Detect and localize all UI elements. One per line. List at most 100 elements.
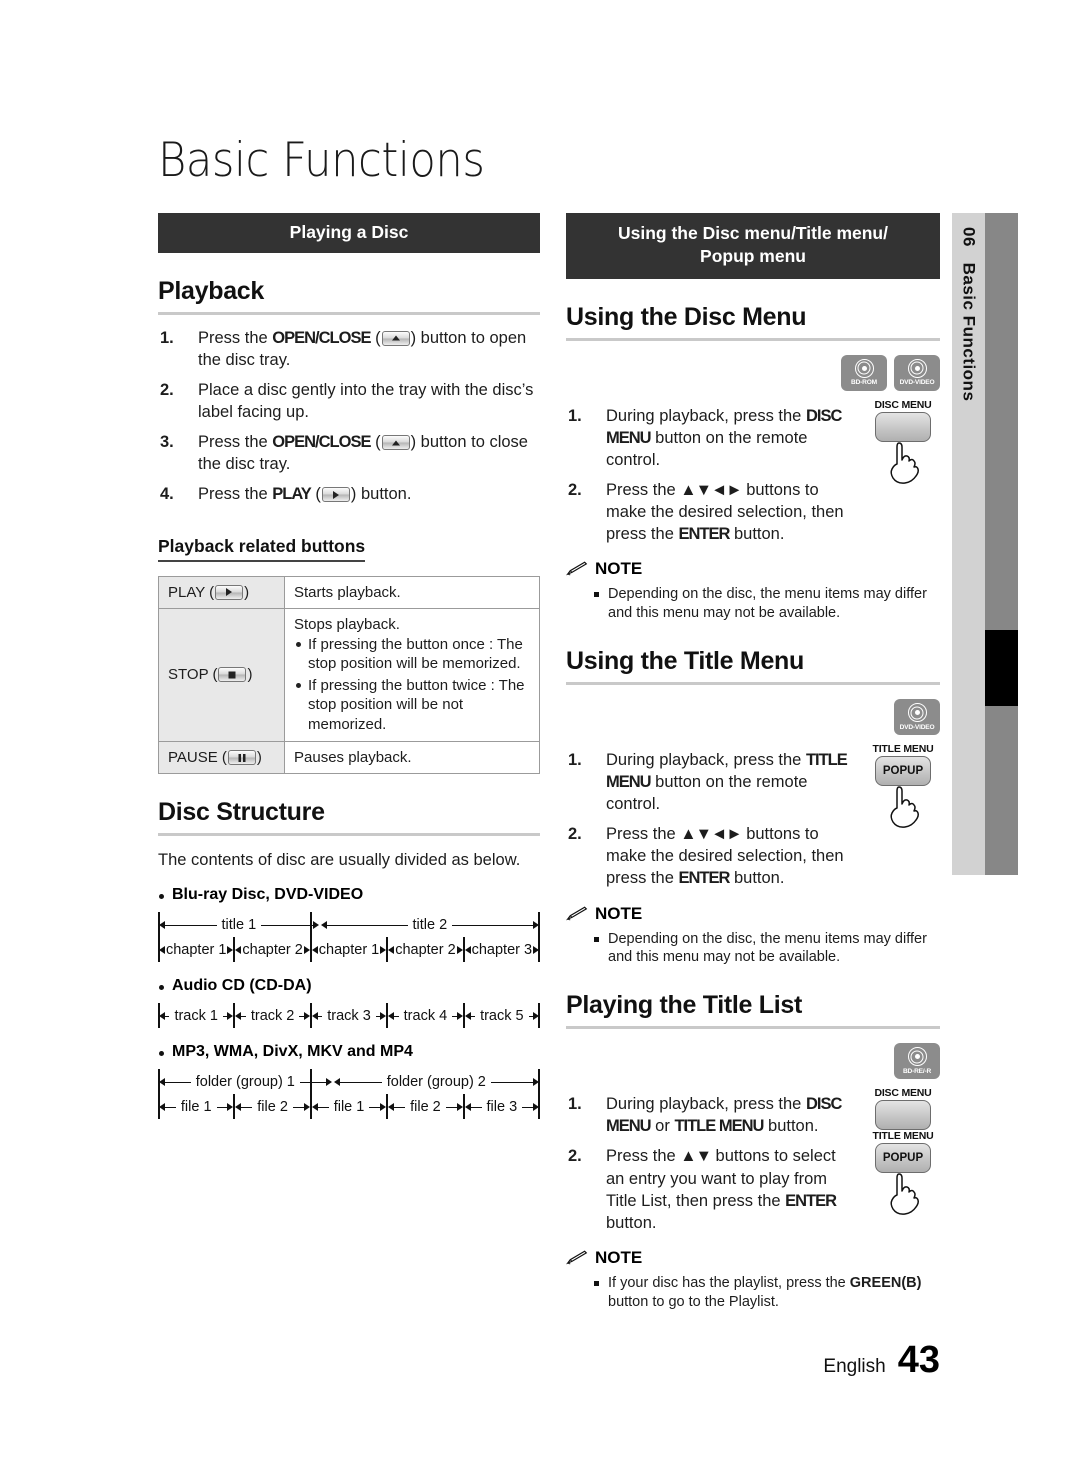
diagram-divider: [309, 1069, 312, 1120]
diagram-segment: title 1: [158, 912, 320, 937]
arrow-left-icon: [311, 1102, 318, 1111]
note-block: NOTE If your disc has the playlist, press…: [566, 1248, 940, 1312]
section-bar-line-1: Using the Disc menu/Title menu/: [617, 223, 888, 243]
disc-ring: [910, 706, 924, 720]
diagram-label: folder (group) 1: [190, 1073, 300, 1090]
heading-disc-structure: Disc Structure: [158, 798, 325, 827]
diagram-divider: [462, 1094, 465, 1120]
paren: ): [256, 749, 262, 767]
disc-type-label: DVD-VIDEO: [899, 723, 935, 731]
step-item: 2. Press the ▲▼◄► buttons to make the des…: [566, 823, 858, 889]
chapter-tab-dark: [985, 213, 1018, 875]
note-header: NOTE: [566, 904, 940, 924]
remote-button-name: DISC MENU: [874, 398, 932, 411]
disc-icon: [907, 358, 927, 378]
diagram-divider: [538, 912, 540, 963]
diagram-label: chapter 1: [160, 941, 232, 958]
disc-structure-intro: The contents of disc are usually divided…: [158, 851, 521, 870]
body-text: or: [650, 1117, 675, 1136]
step-number: 3.: [160, 433, 174, 452]
body-text: (: [370, 328, 381, 347]
chapter-tab-label: Basic Functions: [959, 262, 979, 402]
section-steps: 1. During playback, press the TITLE MENU …: [566, 749, 858, 890]
disc-type-badge: DVD-VIDEO: [894, 354, 940, 391]
pause-key-icon: [227, 750, 256, 766]
step-number: 2.: [160, 380, 174, 399]
note-title: NOTE: [595, 903, 643, 923]
heading-playback: Playback: [158, 276, 265, 305]
section-heading: Using the Title Menu: [566, 646, 804, 675]
disc-type-badges: DVD-VIDEO: [566, 698, 940, 735]
step-text: Press the ▲▼ buttons to select an entry …: [606, 1147, 837, 1231]
emphasis-text: ▲▼◄►: [680, 825, 742, 844]
remote-button[interactable]: [875, 411, 931, 442]
button-label: STOP (: [168, 666, 218, 684]
step-number: 2.: [568, 1147, 582, 1166]
note-header: NOTE: [566, 1248, 940, 1268]
table-cell-button: PLAY (): [158, 575, 285, 609]
diagram-label: file 1: [175, 1098, 217, 1115]
arrow-right-icon: [325, 1077, 332, 1086]
disc-type-badge: DVD-VIDEO: [894, 698, 940, 735]
body-text: button.: [763, 1117, 819, 1136]
diagram-segment: file 1: [158, 1094, 234, 1119]
step-item: 4. Press the PLAY () button.: [158, 483, 540, 505]
step-text: Press the OPEN/CLOSE () button to close …: [198, 433, 528, 473]
remote-button[interactable]: POPUP: [875, 1143, 931, 1174]
step-item: 2. Press the ▲▼◄► buttons to make the des…: [566, 479, 858, 545]
step-text: Press the ▲▼◄► buttons to make the desir…: [606, 481, 844, 543]
diagram-label: chapter 2: [390, 941, 461, 958]
playback-steps: 1. Press the OPEN/CLOSE () button to open…: [158, 327, 540, 506]
body-text: ) button.: [350, 485, 412, 504]
step-item: 2. Place a disc gently into the tray with…: [158, 379, 540, 423]
emphasis-text: PLAY: [272, 485, 311, 504]
diagram-divider: [233, 937, 236, 963]
eject-key-icon: [381, 435, 410, 451]
diagram-row: file 1 file 2 file 1 file 2 file 3: [158, 1094, 540, 1119]
step-text: During playback, press the DISC MENU but…: [606, 407, 842, 469]
diagram-divider: [233, 1003, 236, 1029]
diagram-divider: [386, 1094, 389, 1120]
disc-type-label: BD-RE/-R: [902, 1067, 932, 1075]
step-number: 1.: [568, 1095, 582, 1114]
arrow-left-icon: [235, 945, 242, 954]
remote-button[interactable]: [875, 1100, 931, 1131]
chapter-tab-number: 06: [959, 227, 979, 247]
diagram-segment: track 2: [234, 1003, 310, 1028]
disc-icon: [854, 358, 874, 378]
table-cell-button: PAUSE (): [158, 741, 285, 775]
paren: ): [247, 666, 253, 684]
button-label: PAUSE (: [168, 749, 227, 767]
body-text: If your disc has the playlist, press the: [608, 1274, 850, 1291]
diagram-label: track 2: [245, 1007, 300, 1024]
description-bullets: If pressing the button once : The stop p…: [294, 635, 530, 735]
section-title-menu: Using the Title Menu DVD-VIDEO 1. During pl…: [566, 647, 940, 967]
diagram-label: chapter 3: [466, 941, 538, 958]
step-item: 1. During playback, press the DISC MENU b…: [566, 405, 858, 471]
step-item: 1. During playback, press the DISC MENU o…: [566, 1093, 858, 1137]
body-text: Press the: [606, 825, 681, 844]
emphasis-text: OPEN/CLOSE: [272, 433, 371, 452]
section-bar-line-2: Popup menu: [700, 245, 806, 266]
diagram-row: folder (group) 1 folder (group) 2: [158, 1069, 540, 1094]
remote-button-illustration: TITLE MENU POPUP: [866, 743, 940, 829]
step-text: Press the PLAY () button.: [198, 485, 411, 503]
arrow-left-icon: [311, 1011, 318, 1020]
diagram-segment: track 3: [311, 1003, 387, 1028]
arrow-left-icon: [311, 945, 318, 954]
diagram-segment: folder (group) 2: [333, 1069, 540, 1094]
step-number: 4.: [160, 485, 174, 504]
diagram-segment: file 3: [464, 1094, 540, 1119]
diagram-divider: [462, 1003, 465, 1029]
right-column: Using the Disc menu/Title menu/ Popup me…: [566, 213, 940, 1312]
section-title-list: Playing the Title List BD-RE/-R 1. During p…: [566, 991, 940, 1311]
diagram-segment: chapter 1: [311, 937, 387, 962]
diagram-divider: [309, 1003, 312, 1029]
remote-button[interactable]: POPUP: [875, 755, 931, 786]
right-sections: Using the Disc Menu BD-ROM DVD-VIDEO 1. Duri…: [566, 303, 940, 1312]
table-row: PLAY () Starts playback.: [158, 575, 540, 609]
disc-type-badges: BD-ROM DVD-VIDEO: [566, 354, 940, 391]
step-text: During playback, press the TITLE MENU bu…: [606, 751, 848, 813]
diagram-label: file 3: [481, 1098, 523, 1115]
diagram-label: track 1: [169, 1007, 223, 1024]
